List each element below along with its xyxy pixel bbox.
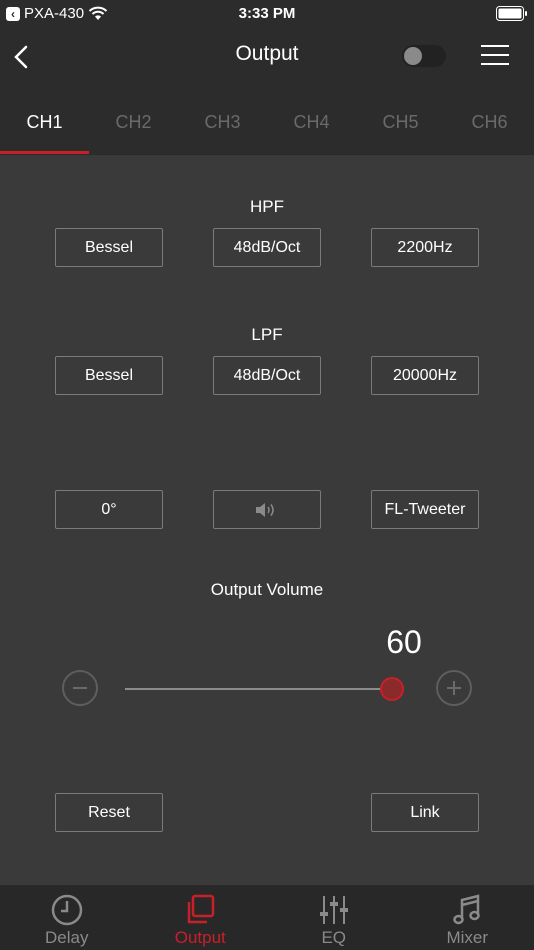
bottom-nav-delay-label: Delay	[45, 928, 89, 947]
hamburger-menu-icon[interactable]	[480, 42, 510, 68]
tab-ch4[interactable]: CH4	[267, 90, 356, 154]
eq-sliders-icon	[319, 896, 348, 924]
output-volume-label: Output Volume	[210, 580, 324, 599]
bottom-nav-mixer[interactable]: Mixer	[401, 885, 534, 950]
speaker-position-button[interactable]: FL-Tweeter	[371, 490, 479, 529]
reset-button[interactable]: Reset	[55, 793, 163, 832]
lpf-label: LPF	[251, 325, 283, 344]
hpf-label: HPF	[250, 197, 284, 216]
volume-slider-track[interactable]	[125, 688, 397, 690]
clock-icon	[51, 894, 82, 926]
lpf-slope-button[interactable]: 48dB/Oct	[213, 356, 321, 395]
toggle-knob	[404, 47, 422, 65]
volume-slider-thumb[interactable]	[379, 677, 404, 701]
hpf-freq-button[interactable]: 2200Hz	[371, 228, 479, 267]
nav-bar: Output	[0, 28, 534, 90]
tab-ch5[interactable]: CH5	[356, 90, 445, 154]
volume-decrease-button[interactable]	[62, 670, 98, 706]
lpf-freq-button[interactable]: 20000Hz	[371, 356, 479, 395]
tab-ch3[interactable]: CH3	[178, 90, 267, 154]
bottom-nav-eq-label: EQ	[321, 928, 347, 947]
music-note-icon	[453, 894, 480, 925]
link-button[interactable]: Link	[371, 793, 479, 832]
tab-ch6[interactable]: CH6	[445, 90, 534, 154]
minus-icon	[73, 687, 87, 689]
speaker-icon	[256, 503, 274, 517]
channel-tabs: CH1 CH2 CH3 CH4 CH5 CH6	[0, 90, 534, 154]
volume-increase-button[interactable]	[436, 670, 472, 706]
battery-icon	[496, 6, 528, 25]
power-toggle[interactable]	[402, 45, 446, 67]
tabs-divider	[0, 154, 534, 155]
phase-button[interactable]: 0°	[55, 490, 163, 529]
bottom-nav-output-label: Output	[174, 928, 226, 947]
hpf-type-button[interactable]: Bessel	[55, 228, 163, 267]
volume-value: 60	[386, 624, 422, 660]
bottom-nav: Delay Output EQ Mixer	[0, 885, 534, 950]
bottom-nav-delay[interactable]: Delay	[0, 885, 134, 950]
bottom-nav-mixer-label: Mixer	[446, 928, 489, 947]
output-icon	[188, 894, 215, 924]
tab-ch2[interactable]: CH2	[89, 90, 178, 154]
page-title: Output	[235, 42, 299, 65]
tab-ch1[interactable]: CH1	[0, 90, 89, 154]
bottom-nav-output[interactable]: Output	[134, 885, 268, 950]
status-time: 3:33 PM	[238, 5, 296, 22]
bottom-nav-eq[interactable]: EQ	[267, 885, 401, 950]
status-bar: ‹ PXA-430 3:33 PM	[0, 0, 534, 28]
hpf-slope-button[interactable]: 48dB/Oct	[213, 228, 321, 267]
plus-icon	[447, 681, 461, 695]
lpf-type-button[interactable]: Bessel	[55, 356, 163, 395]
mute-button[interactable]	[213, 490, 321, 529]
